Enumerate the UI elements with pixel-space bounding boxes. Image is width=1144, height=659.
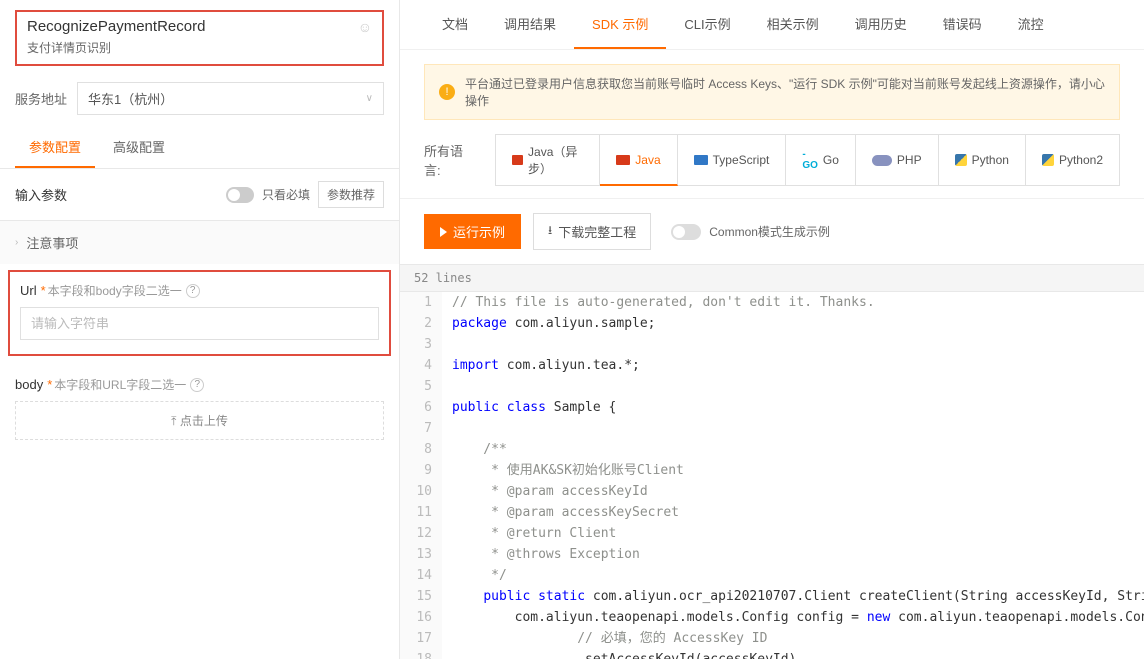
url-input[interactable] — [20, 307, 379, 340]
code-line: 12 * @return Client — [400, 523, 1144, 544]
service-label: 服务地址 — [15, 89, 67, 108]
accordion-notice-label: 注意事项 — [26, 233, 78, 252]
code-line: 5 — [400, 376, 1144, 397]
code-line: 2package com.aliyun.sample; — [400, 313, 1144, 334]
lang-tab-python[interactable]: Python — [939, 135, 1026, 185]
field-body-block: body * 本字段和URL字段二选一 ? ⤒ 点击上传 — [0, 362, 399, 454]
input-params-title: 输入参数 — [15, 185, 67, 204]
code-line: 4import com.aliyun.tea.*; — [400, 355, 1144, 376]
code-line: 9 * 使用AK&SK初始化账号Client — [400, 460, 1144, 481]
service-region-value: 华东1（杭州） — [88, 89, 173, 108]
help-icon[interactable]: ? — [190, 378, 204, 392]
tab-cli-example[interactable]: CLI示例 — [666, 0, 748, 49]
run-label: 运行示例 — [453, 222, 505, 241]
code-line: 16 com.aliyun.teaopenapi.models.Config c… — [400, 607, 1144, 628]
tab-throttle[interactable]: 流控 — [1000, 0, 1062, 49]
download-label: 下载完整工程 — [558, 222, 636, 241]
left-panel: RecognizePaymentRecord ☺ 支付详情页识别 服务地址 华东… — [0, 0, 400, 659]
download-project-button[interactable]: ⭳ 下载完整工程 — [533, 213, 651, 250]
lang-tab-python2[interactable]: Python2 — [1026, 135, 1119, 185]
api-name: RecognizePaymentRecord — [27, 18, 205, 35]
code-line: 3 — [400, 334, 1144, 355]
code-lines-label: 52 lines — [400, 264, 1144, 292]
lang-tab-typescript[interactable]: TypeScript — [678, 135, 787, 185]
common-mode-toggle[interactable] — [671, 224, 701, 240]
right-panel: 文档 调用结果 SDK 示例 CLI示例 相关示例 调用历史 错误码 流控 ! … — [400, 0, 1144, 659]
code-line: 8 /** — [400, 439, 1144, 460]
warning-banner: ! 平台通过已登录用户信息获取您当前账号临时 Access Keys、"运行 S… — [424, 64, 1120, 120]
api-desc: 支付详情页识别 — [27, 39, 372, 56]
code-line: 14 */ — [400, 565, 1144, 586]
typescript-icon — [694, 155, 708, 165]
code-editor[interactable]: 1// This file is auto-generated, don't e… — [400, 292, 1144, 659]
field-url-hint: 本字段和body字段二选一 — [48, 282, 182, 299]
field-url-block: Url * 本字段和body字段二选一 ? — [8, 270, 391, 356]
field-url-name: Url — [20, 283, 37, 298]
service-region-select[interactable]: 华东1（杭州） ∨ — [77, 82, 384, 115]
tab-error-code[interactable]: 错误码 — [925, 0, 1000, 49]
left-config-tabs: 参数配置 高级配置 — [0, 127, 399, 169]
play-icon — [440, 227, 447, 237]
required-star: * — [47, 377, 52, 392]
code-line: 18 .setAccessKeyId(accessKeyId) — [400, 649, 1144, 659]
upload-label: 点击上传 — [180, 414, 228, 428]
java-icon — [512, 155, 523, 165]
tab-param-config[interactable]: 参数配置 — [15, 127, 95, 168]
go-icon: -GO — [802, 149, 818, 171]
warning-icon: ! — [439, 84, 455, 100]
common-mode-label: Common模式生成示例 — [709, 223, 830, 240]
lang-tab-java[interactable]: Java — [600, 135, 677, 186]
code-line: 7 — [400, 418, 1144, 439]
lang-tab-php[interactable]: PHP — [856, 135, 939, 185]
code-line: 6public class Sample { — [400, 397, 1144, 418]
top-tabs: 文档 调用结果 SDK 示例 CLI示例 相关示例 调用历史 错误码 流控 — [400, 0, 1144, 50]
upload-button[interactable]: ⤒ 点击上传 — [15, 401, 384, 440]
api-header-box: RecognizePaymentRecord ☺ 支付详情页识别 — [15, 10, 384, 66]
java-icon — [616, 155, 630, 165]
smiley-icon[interactable]: ☺ — [358, 19, 372, 35]
tab-call-history[interactable]: 调用历史 — [837, 0, 925, 49]
tab-sdk-example[interactable]: SDK 示例 — [574, 0, 666, 49]
code-line: 10 * @param accessKeyId — [400, 481, 1144, 502]
run-example-button[interactable]: 运行示例 — [424, 214, 521, 249]
python-icon — [1042, 154, 1054, 166]
help-icon[interactable]: ? — [186, 284, 200, 298]
code-line: 15 public static com.aliyun.ocr_api20210… — [400, 586, 1144, 607]
code-line: 11 * @param accessKeySecret — [400, 502, 1144, 523]
php-icon — [872, 155, 892, 166]
tab-doc[interactable]: 文档 — [424, 0, 486, 49]
only-required-label: 只看必填 — [262, 186, 310, 203]
tab-advanced-config[interactable]: 高级配置 — [99, 127, 179, 168]
field-body-hint: 本字段和URL字段二选一 — [54, 376, 186, 393]
required-star: * — [41, 283, 46, 298]
lang-tab-java-async[interactable]: Java（异步） — [496, 135, 600, 185]
tab-related-example[interactable]: 相关示例 — [749, 0, 837, 49]
accordion-notice[interactable]: › 注意事项 — [0, 220, 399, 264]
upload-icon: ⤒ — [171, 414, 176, 428]
download-icon: ⭳ — [548, 221, 552, 242]
all-languages-label: 所有语言: — [424, 141, 477, 179]
lang-tab-go[interactable]: -GOGo — [786, 135, 856, 185]
only-required-toggle[interactable] — [226, 187, 254, 203]
tab-result[interactable]: 调用结果 — [486, 0, 574, 49]
field-body-name: body — [15, 377, 43, 392]
code-line: 13 * @throws Exception — [400, 544, 1144, 565]
language-tabs: Java（异步） Java TypeScript -GOGo PHP Pytho… — [495, 134, 1120, 186]
python-icon — [955, 154, 967, 166]
warning-text: 平台通过已登录用户信息获取您当前账号临时 Access Keys、"运行 SDK… — [465, 75, 1105, 109]
chevron-down-icon: ∨ — [366, 93, 373, 104]
code-line: 17 // 必填，您的 AccessKey ID — [400, 628, 1144, 649]
chevron-right-icon: › — [15, 237, 18, 248]
code-line: 1// This file is auto-generated, don't e… — [400, 292, 1144, 313]
param-recommend-button[interactable]: 参数推荐 — [318, 181, 384, 208]
